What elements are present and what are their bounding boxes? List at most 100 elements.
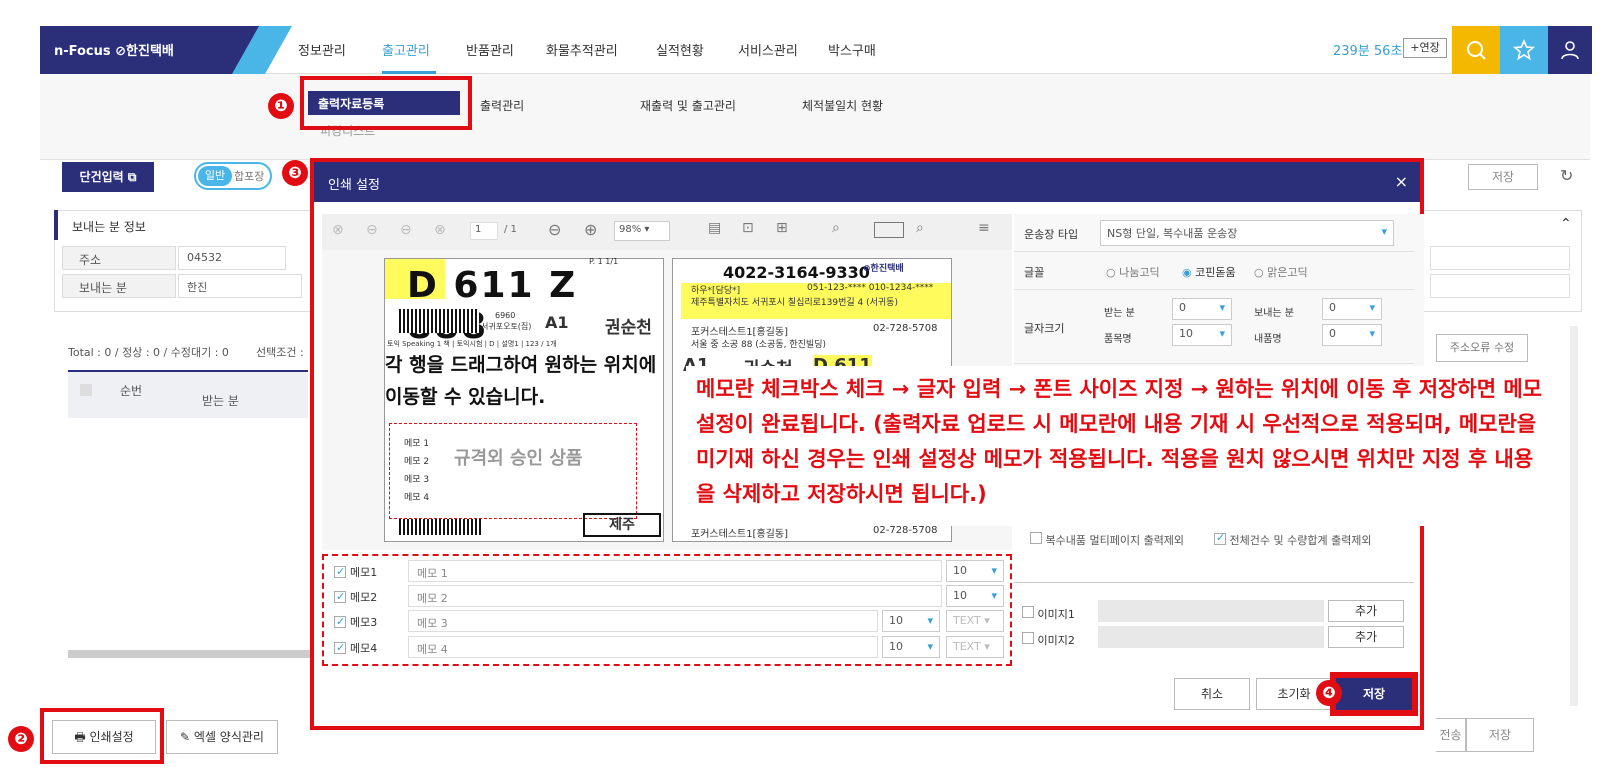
zoom-out-icon[interactable]: ⊖: [548, 220, 561, 239]
waybill-type-label: 운송장 타입: [1024, 228, 1079, 241]
find-icon[interactable]: ⌕: [832, 220, 840, 236]
submenu-print-manage[interactable]: 출력관리: [480, 97, 524, 114]
print-icon[interactable]: ▤: [708, 220, 721, 236]
memo-area[interactable]: 메모 1 메모 2 메모 3 메모 4 규격외 승인 상품: [389, 423, 637, 519]
vertical-scrollbar[interactable]: [1570, 326, 1578, 706]
dialog-save-button[interactable]: 저장: [1336, 678, 1412, 710]
nav-performance[interactable]: 실적현황: [656, 40, 704, 59]
address-error-fix-button[interactable]: 주소오류 수정: [1436, 334, 1528, 362]
memo2-checkbox[interactable]: [334, 591, 346, 603]
bottom-send-button[interactable]: 전송: [1436, 718, 1466, 752]
size-sender-label: 보내는 분: [1254, 308, 1294, 319]
first-page-icon[interactable]: ⊗: [332, 222, 344, 238]
memo1-input[interactable]: 메모 1: [408, 560, 942, 582]
size-receiver-label: 받는 분: [1104, 308, 1135, 319]
submenu-reprint[interactable]: 재출력 및 출고관리: [640, 97, 736, 114]
nav-shipping[interactable]: 출고관리: [382, 40, 430, 59]
zoom-in-icon[interactable]: ⊕: [584, 220, 597, 239]
type-toggle[interactable]: 일반 합포장: [194, 162, 272, 190]
prev-page-icon[interactable]: ⊖: [366, 222, 378, 238]
sender-label-cell: 보내는 분: [62, 274, 176, 298]
nav-service[interactable]: 서비스관리: [738, 40, 798, 59]
exclude-total-checkbox[interactable]: 전체건수 및 수량합계 출력제외: [1214, 532, 1372, 548]
extend-button[interactable]: +연장: [1403, 38, 1447, 58]
excel-form-label: 엑셀 양식관리: [193, 730, 264, 744]
font-row: 글꼴 ○ 나눔고딕 ◉ 코핀돋움 ○ 맑은고딕: [1014, 252, 1414, 290]
memo3-input[interactable]: 메모 3: [408, 610, 878, 632]
column-receiver[interactable]: 받는 분: [202, 392, 239, 409]
exclude-multi-checkbox[interactable]: 복수내품 멀티페이지 출력제외: [1030, 532, 1184, 548]
refresh-icon[interactable]: ↻: [1560, 166, 1573, 185]
memo2-input[interactable]: 메모 2: [408, 585, 942, 607]
memo3-style-value: TEXT: [953, 614, 981, 627]
memo4-size-select[interactable]: 10 ▾: [882, 636, 940, 658]
memo3-label: 메모3: [350, 616, 378, 629]
favorite-button[interactable]: [1500, 26, 1548, 74]
single-input-button[interactable]: 단건입력 ⧉: [62, 162, 154, 192]
memo1-size-select[interactable]: 10 ▾: [946, 560, 1004, 582]
bottom-save-button[interactable]: 저장: [1466, 718, 1534, 752]
collapse-icon[interactable]: ⌃: [1560, 216, 1572, 232]
image1-checkbox[interactable]: 이미지1: [1022, 606, 1075, 622]
logo[interactable]: n-Focus ⊘한진택배: [40, 26, 270, 74]
next-page-icon[interactable]: ⊖: [400, 222, 412, 238]
size-sender-select[interactable]: 0 ▾: [1322, 298, 1382, 320]
font-option-nanum[interactable]: ○ 나눔고딕: [1106, 264, 1160, 280]
nav-returns[interactable]: 반품관리: [466, 40, 514, 59]
add-page-icon[interactable]: ⊞: [776, 220, 788, 236]
size-inner-select[interactable]: 0 ▾: [1322, 324, 1382, 346]
sender-input[interactable]: 한진: [178, 274, 302, 298]
waybill-type-select[interactable]: NS형 단일, 복수내품 운송장 ▾: [1100, 220, 1394, 246]
right-address-input[interactable]: [1430, 246, 1570, 270]
size-receiver-select[interactable]: 0 ▾: [1172, 298, 1232, 320]
size-item-select[interactable]: 10 ▾: [1172, 324, 1232, 346]
horizontal-scrollbar[interactable]: [68, 650, 312, 658]
top-save-button[interactable]: 저장: [1468, 164, 1538, 190]
font-option-malgun[interactable]: ○ 맑은고딕: [1254, 264, 1308, 280]
right-sender-input[interactable]: [1430, 274, 1570, 298]
waybill-type-row: 운송장 타입 NS형 단일, 복수내품 운송장 ▾: [1014, 214, 1414, 252]
cancel-button[interactable]: 취소: [1174, 678, 1250, 710]
label-left: P. 1 1/1 D 611 Z 888 6960 서귀포오토(집) A1 권순…: [384, 257, 664, 542]
search-icon: [1467, 41, 1486, 60]
memo3-style-select[interactable]: TEXT ▾: [946, 610, 1004, 632]
memo3-size-select[interactable]: 10 ▾: [882, 610, 940, 632]
memo4-checkbox[interactable]: [334, 642, 346, 654]
memo4-style-value: TEXT: [953, 640, 981, 653]
memo1-checkbox[interactable]: [334, 566, 346, 578]
export-icon[interactable]: ⊡: [742, 220, 754, 236]
select-all-checkbox[interactable]: [80, 384, 92, 396]
font-option-malgun-label: 맑은고딕: [1267, 266, 1308, 279]
image2-path: [1098, 626, 1324, 648]
menu-icon[interactable]: ≡: [978, 220, 990, 236]
nav-info[interactable]: 정보관리: [298, 40, 346, 59]
image2-checkbox[interactable]: 이미지2: [1022, 632, 1075, 648]
user-button[interactable]: [1548, 26, 1592, 74]
dialog-title: 인쇄 설정: [328, 178, 380, 193]
submenu-volume-mismatch[interactable]: 체적불일치 현황: [802, 97, 883, 114]
close-icon[interactable]: ×: [1395, 172, 1408, 191]
zoom-select[interactable]: 98% ▾: [614, 221, 670, 241]
font-size-row: 글자크기 받는 분 0 ▾ 보내는 분 0 ▾ 품목명 10 ▾ 내품명 0 ▾: [1014, 290, 1414, 364]
nav-box[interactable]: 박스구매: [828, 40, 876, 59]
font-option-coffin[interactable]: ◉ 코핀돋움: [1182, 264, 1236, 280]
excel-form-button[interactable]: ✎ 엑셀 양식관리: [166, 720, 278, 754]
image2-add-button[interactable]: 추가: [1328, 626, 1404, 648]
print-settings-dialog: 인쇄 설정 × ⊗ ⊖ ⊖ ⊗ 1 / 1 ⊖ ⊕ 98% ▾ ▤ ⊡ ⊞ ⌕ …: [310, 158, 1546, 730]
last-page-icon[interactable]: ⊗: [434, 222, 446, 238]
memo2-size-select[interactable]: 10 ▾: [946, 585, 1004, 607]
fit-page-icon[interactable]: ⌕: [916, 220, 924, 236]
toggle-general[interactable]: 일반: [198, 166, 232, 186]
search-button[interactable]: [1452, 26, 1500, 74]
page-input[interactable]: 1: [470, 222, 498, 240]
nav-tracking[interactable]: 화물추적관리: [546, 40, 618, 59]
address-input[interactable]: 04532: [178, 246, 286, 270]
step-1-badge: ❶: [268, 93, 294, 119]
size-inner-label: 내품명: [1254, 334, 1282, 345]
toggle-combined[interactable]: 합포장: [234, 168, 264, 184]
memo4-input[interactable]: 메모 4: [408, 636, 878, 658]
memo4-style-select[interactable]: TEXT ▾: [946, 636, 1004, 658]
page-frame-icon[interactable]: [874, 222, 904, 238]
image1-add-button[interactable]: 추가: [1328, 600, 1404, 622]
memo3-checkbox[interactable]: [334, 616, 346, 628]
